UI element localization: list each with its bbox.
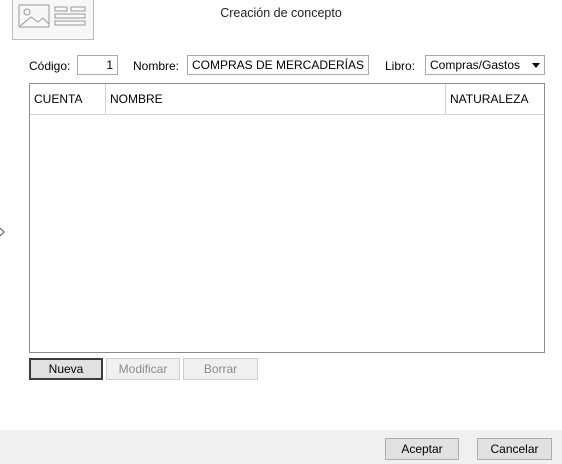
accounts-table[interactable]: CUENTA NOMBRE NATURALEZA (29, 83, 545, 353)
nueva-button[interactable]: Nueva (29, 358, 103, 380)
chevron-right-icon (0, 227, 5, 239)
libro-label: Libro: (385, 59, 416, 73)
dialog-title: Creación de concepto (220, 6, 342, 20)
libro-select[interactable]: Compras/Gastos (425, 55, 545, 75)
borrar-button[interactable]: Borrar (183, 358, 258, 380)
column-header-nombre[interactable]: NOMBRE (106, 84, 445, 114)
chevron-down-icon[interactable] (528, 56, 544, 74)
nombre-input[interactable] (187, 55, 369, 75)
column-header-naturaleza[interactable]: NATURALEZA (446, 84, 544, 114)
column-header-cuenta[interactable]: CUENTA (30, 84, 105, 114)
cancelar-button[interactable]: Cancelar (477, 438, 552, 460)
aceptar-button[interactable]: Aceptar (385, 438, 459, 460)
codigo-input[interactable] (77, 55, 118, 75)
modificar-button[interactable]: Modificar (106, 358, 180, 380)
codigo-label: Código: (29, 59, 71, 73)
nombre-label: Nombre: (133, 59, 180, 73)
table-header: CUENTA NOMBRE NATURALEZA (30, 84, 544, 115)
libro-select-value: Compras/Gastos (430, 58, 521, 72)
table-body[interactable] (30, 115, 544, 352)
